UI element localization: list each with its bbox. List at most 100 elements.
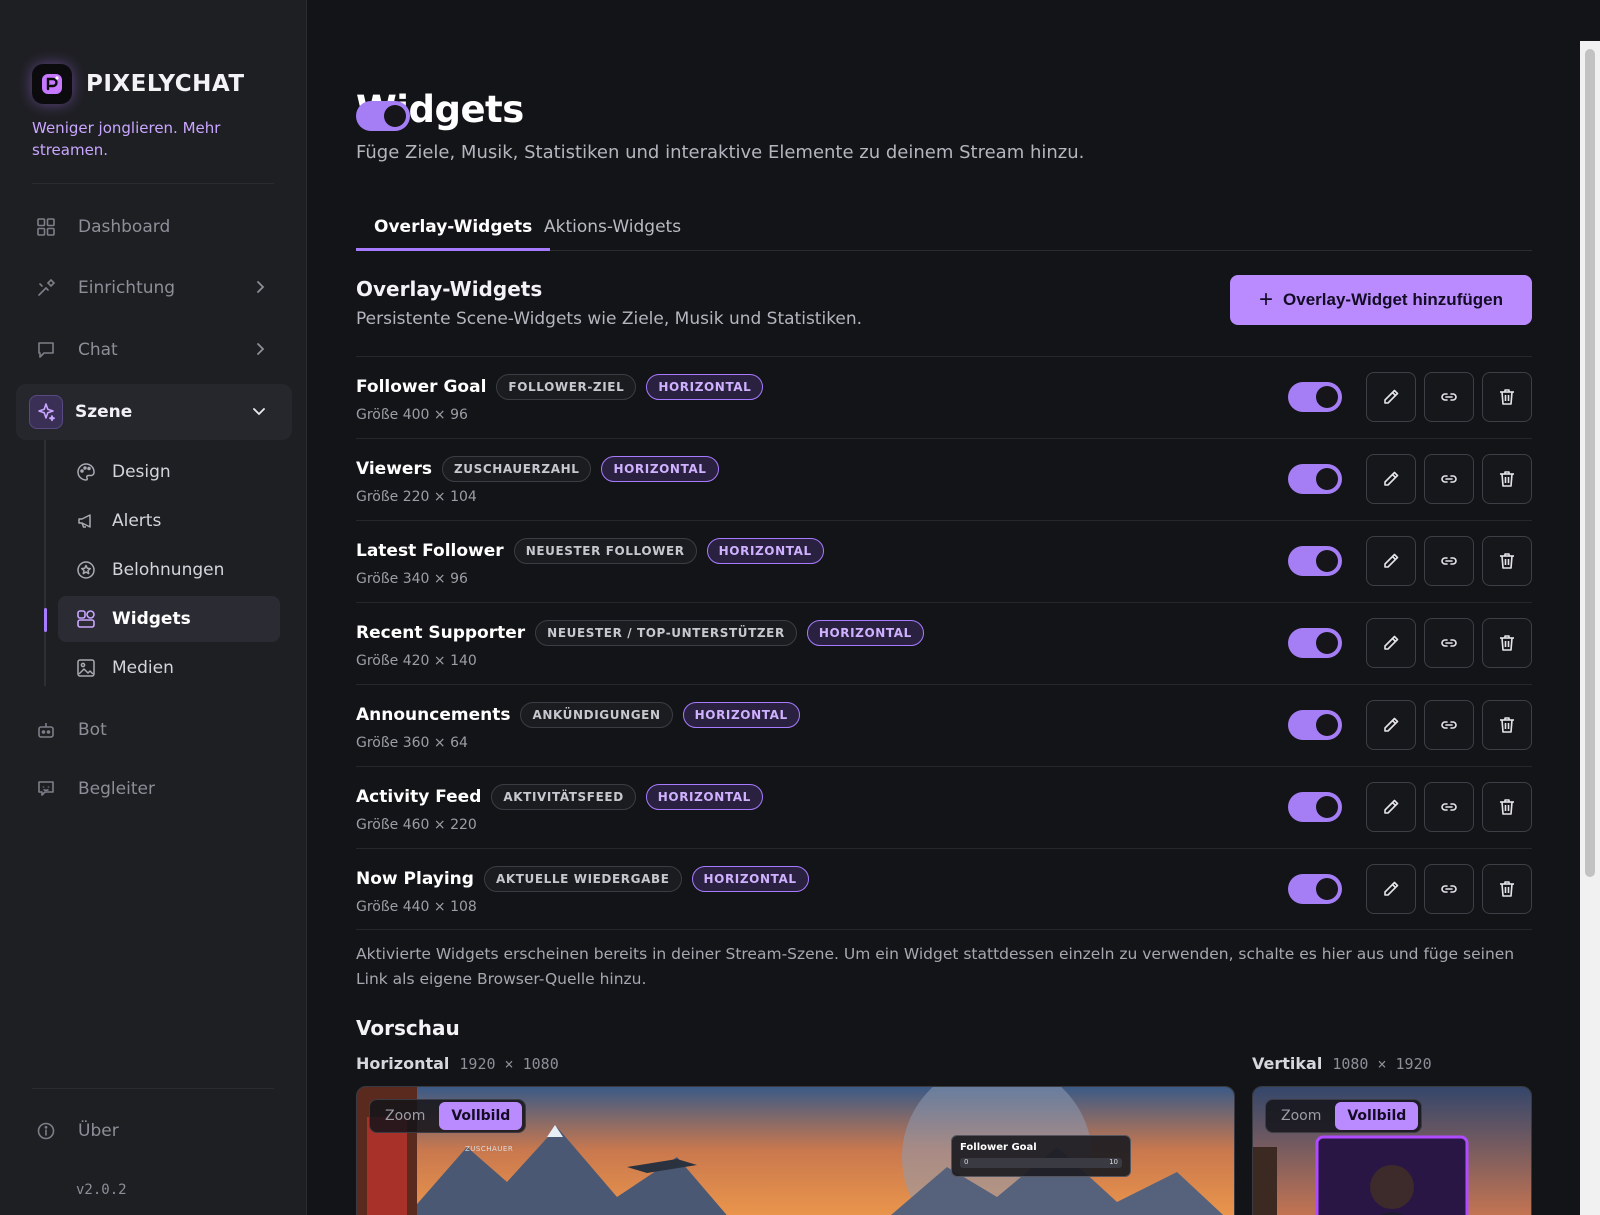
brand[interactable]: PIXELYCHAT bbox=[32, 64, 245, 104]
widget-type-badge: NEUESTER FOLLOWER bbox=[513, 538, 697, 564]
sidebar-item-szene[interactable]: Szene bbox=[16, 384, 292, 440]
sidebar-subitem-alerts[interactable]: Alerts bbox=[58, 498, 280, 544]
preview-title: Vorschau bbox=[356, 1016, 460, 1040]
widget-size: Größe 220 × 104 bbox=[356, 489, 477, 505]
copy-link-button[interactable] bbox=[1424, 864, 1474, 914]
widget-row-recent-supporter: Recent Supporter NEUESTER / TOP-UNTERSTÜ… bbox=[356, 602, 1532, 684]
widget-orientation-badge: HORIZONTAL bbox=[645, 784, 763, 810]
edit-button[interactable] bbox=[1366, 536, 1416, 586]
copy-link-button[interactable] bbox=[1424, 536, 1474, 586]
copy-link-button[interactable] bbox=[1424, 454, 1474, 504]
widget-orientation-badge: HORIZONTAL bbox=[646, 374, 764, 400]
widget-list: Follower Goal FOLLOWER-ZIEL HORIZONTAL G… bbox=[356, 356, 1532, 930]
pencil-icon bbox=[1384, 881, 1399, 896]
widget-type-badge: NEUESTER / TOP-UNTERSTÜTZER bbox=[535, 620, 797, 646]
star-badge-icon bbox=[76, 560, 96, 580]
edit-button[interactable] bbox=[1366, 782, 1416, 832]
widget-name: Recent Supporter bbox=[356, 623, 526, 643]
delete-button[interactable] bbox=[1482, 372, 1532, 422]
widget-orientation-badge: HORIZONTAL bbox=[682, 702, 800, 728]
edit-button[interactable] bbox=[1366, 372, 1416, 422]
copy-link-button[interactable] bbox=[1424, 372, 1474, 422]
sidebar-item-ueber[interactable]: Über bbox=[16, 1103, 292, 1159]
trash-icon bbox=[1500, 717, 1514, 733]
copy-link-button[interactable] bbox=[1424, 618, 1474, 668]
sidebar-item-begleiter[interactable]: Begleiter bbox=[16, 761, 292, 817]
delete-button[interactable] bbox=[1482, 700, 1532, 750]
horizontal-fullscreen-option[interactable]: Vollbild bbox=[439, 1102, 523, 1130]
sidebar-subitem-label: Widgets bbox=[112, 609, 191, 629]
widget-row-viewers: Viewers ZUSCHAUERZAHL HORIZONTAL Größe 2… bbox=[356, 438, 1532, 520]
widget-orientation-badge: HORIZONTAL bbox=[601, 456, 719, 482]
trash-icon bbox=[1500, 389, 1514, 405]
widget-name: Latest Follower bbox=[356, 541, 504, 561]
sidebar-subitem-widgets[interactable]: Widgets bbox=[58, 596, 280, 642]
section-title: Overlay-Widgets bbox=[356, 277, 543, 301]
sidebar-subitem-label: Alerts bbox=[112, 511, 162, 531]
delete-button[interactable] bbox=[1482, 536, 1532, 586]
sidebar-item-bot[interactable]: Bot bbox=[16, 702, 292, 758]
subtree-active-marker bbox=[44, 608, 47, 632]
preview-vertical-frame[interactable]: Zoom Vollbild bbox=[1252, 1086, 1532, 1215]
scrollbar-thumb[interactable] bbox=[1585, 49, 1595, 877]
sidebar-subitem-design[interactable]: Design bbox=[58, 449, 280, 495]
sidebar-item-dashboard[interactable]: Dashboard bbox=[16, 199, 292, 255]
edit-button[interactable] bbox=[1366, 618, 1416, 668]
widget-enabled-toggle[interactable] bbox=[1288, 792, 1342, 822]
copy-link-button[interactable] bbox=[1424, 782, 1474, 832]
trash-icon bbox=[1500, 471, 1514, 487]
sidebar-item-einrichtung[interactable]: Einrichtung bbox=[16, 260, 292, 316]
edit-button[interactable] bbox=[1366, 864, 1416, 914]
chat-bubble-icon bbox=[36, 340, 56, 360]
widget-name: Viewers bbox=[356, 459, 432, 479]
widget-orientation-badge: HORIZONTAL bbox=[691, 866, 809, 892]
widget-enabled-toggle[interactable] bbox=[1288, 546, 1342, 576]
trash-icon bbox=[1500, 799, 1514, 815]
delete-button[interactable] bbox=[1482, 782, 1532, 832]
sidebar-subitem-medien[interactable]: Medien bbox=[58, 645, 280, 691]
page-scrollbar[interactable] bbox=[1580, 41, 1600, 1215]
link-icon bbox=[1441, 721, 1457, 729]
horizontal-zoom-option[interactable]: Zoom bbox=[373, 1102, 437, 1130]
preview-horizontal-frame[interactable]: Zoom Vollbild ZUSCHAUER Follower Goal 0 … bbox=[356, 1086, 1235, 1215]
widget-enabled-toggle[interactable] bbox=[1288, 710, 1342, 740]
widgets-icon bbox=[76, 609, 96, 629]
link-icon bbox=[1441, 885, 1457, 893]
delete-button[interactable] bbox=[1482, 454, 1532, 504]
widget-orientation-badge: HORIZONTAL bbox=[706, 538, 824, 564]
edit-button[interactable] bbox=[1366, 454, 1416, 504]
delete-button[interactable] bbox=[1482, 618, 1532, 668]
app-version: v2.0.2 bbox=[76, 1182, 127, 1198]
trash-icon bbox=[1500, 553, 1514, 569]
sidebar-item-chat[interactable]: Chat bbox=[16, 322, 292, 378]
tab-aktions-widgets[interactable]: Aktions-Widgets bbox=[526, 208, 699, 251]
sidebar-subitem-belohnungen[interactable]: Belohnungen bbox=[58, 547, 280, 593]
copy-link-button[interactable] bbox=[1424, 700, 1474, 750]
vertical-zoom-option[interactable]: Zoom bbox=[1269, 1102, 1333, 1130]
vertical-fullscreen-option[interactable]: Vollbild bbox=[1335, 1102, 1419, 1130]
tab-overlay-widgets[interactable]: Overlay-Widgets bbox=[356, 208, 551, 251]
link-icon bbox=[1441, 803, 1457, 811]
widget-enabled-toggle[interactable] bbox=[1288, 628, 1342, 658]
sidebar-item-label: Begleiter bbox=[78, 779, 155, 799]
logo-icon bbox=[32, 64, 72, 104]
widget-name: Announcements bbox=[356, 705, 511, 725]
master-toggle[interactable] bbox=[356, 101, 410, 131]
tagline: Weniger jonglieren. Mehr streamen. bbox=[32, 119, 221, 159]
widget-enabled-toggle[interactable] bbox=[1288, 874, 1342, 904]
grid-icon bbox=[36, 217, 56, 237]
robot-icon bbox=[36, 720, 56, 740]
chevron-down-icon bbox=[252, 403, 266, 423]
horizontal-view-switch: Zoom Vollbild bbox=[369, 1099, 527, 1133]
widget-row-activity-feed: Activity Feed AKTIVITÄTSFEED HORIZONTAL … bbox=[356, 766, 1532, 848]
sidebar-subitem-label: Belohnungen bbox=[112, 560, 225, 580]
add-overlay-widget-button[interactable]: + Overlay-Widget hinzufügen bbox=[1230, 275, 1532, 325]
widget-type-badge: AKTUELLE WIEDERGABE bbox=[483, 866, 682, 892]
info-icon bbox=[36, 1121, 56, 1141]
delete-button[interactable] bbox=[1482, 864, 1532, 914]
edit-button[interactable] bbox=[1366, 700, 1416, 750]
widget-enabled-toggle[interactable] bbox=[1288, 382, 1342, 412]
mini-follower-goal-widget[interactable]: Follower Goal 0 10 bbox=[951, 1135, 1131, 1177]
widget-enabled-toggle[interactable] bbox=[1288, 464, 1342, 494]
preview-vertical-dimensions: 1080 × 1920 bbox=[1332, 1055, 1432, 1073]
